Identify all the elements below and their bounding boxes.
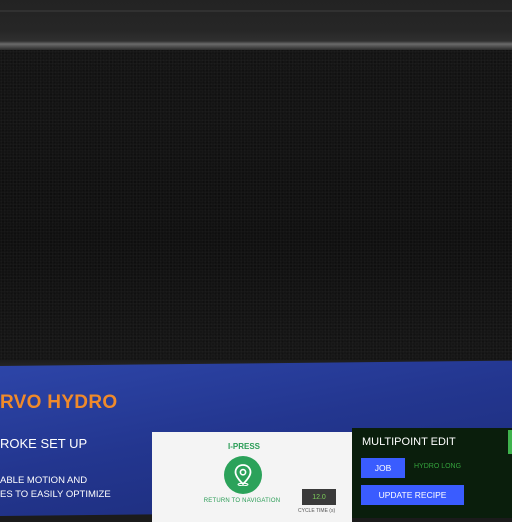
job-button[interactable]: JOB: [361, 458, 405, 478]
press-card: I-PRESS RETURN TO NAVIGATION 12.0 CYCLE …: [152, 432, 352, 522]
setup-description: ABLE MOTION AND ES TO EASILY OPTIMIZE: [0, 474, 111, 502]
return-to-navigation-button[interactable]: [224, 456, 262, 494]
description-line-2: ES TO EASILY OPTIMIZE: [0, 489, 111, 500]
multipoint-title: MULTIPOINT EDIT: [362, 436, 456, 448]
app-title: RVO HYDRO: [0, 392, 118, 413]
job-value: HYDRO LONG: [414, 463, 462, 470]
location-pin-icon: [234, 464, 252, 486]
multipoint-edit-panel: MULTIPOINT EDIT JOB HYDRO LONG UPDATE RE…: [352, 428, 512, 518]
card-title: I-PRESS: [227, 442, 260, 451]
update-recipe-button[interactable]: UPDATE RECIPE: [361, 485, 464, 505]
device-housing-panel: [0, 50, 512, 370]
panel-accent-bar: [508, 430, 512, 454]
description-line-1: ABLE MOTION AND: [0, 475, 88, 486]
section-title: ROKE SET UP: [0, 436, 88, 451]
cycle-time-value: 12.0: [302, 489, 336, 505]
cycle-time-caption: CYCLE TIME (s): [298, 508, 336, 514]
device-bezel-top: [0, 0, 512, 50]
